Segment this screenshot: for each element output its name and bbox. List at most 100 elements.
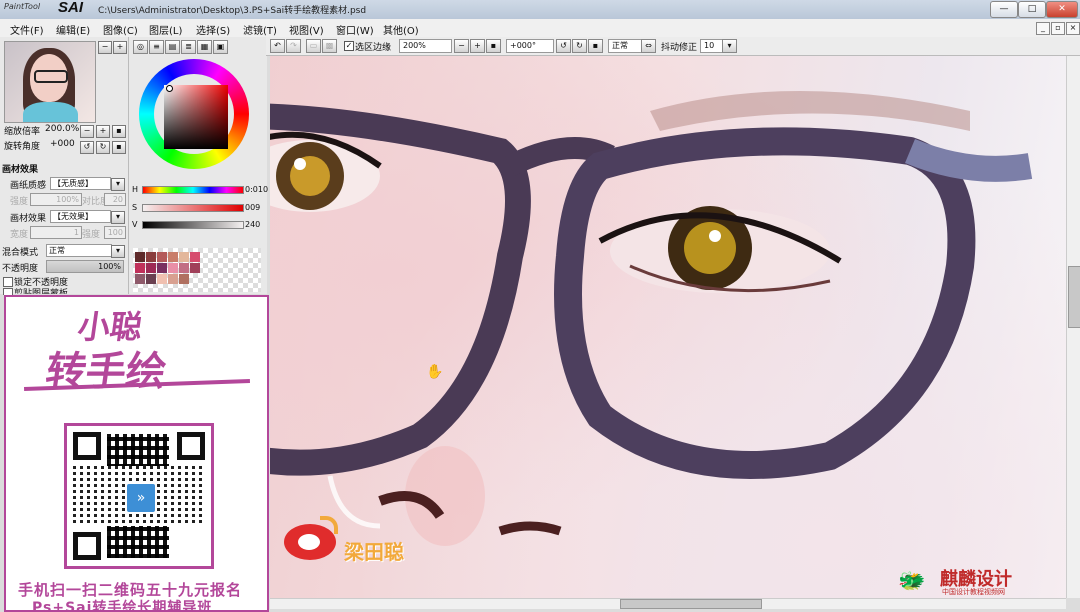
s-label: S: [132, 203, 138, 212]
promo-footer-line2: Ps+Sai转手绘长期辅导班: [32, 600, 213, 612]
deselect-icon[interactable]: ▭: [306, 39, 321, 53]
maximize-button[interactable]: □: [1018, 1, 1046, 18]
color-swatch[interactable]: [146, 274, 156, 284]
paper-texture-select[interactable]: 【无质感】: [50, 177, 111, 190]
menu-view[interactable]: 视图(V): [289, 22, 324, 37]
menu-filter[interactable]: 滤镜(T): [243, 22, 277, 37]
clip-mask-checkbox[interactable]: [3, 288, 13, 295]
saturation-value-square[interactable]: [164, 85, 228, 149]
hsv-slider-tab-icon[interactable]: ▤: [165, 40, 180, 54]
navigator-thumbnail[interactable]: [4, 41, 96, 123]
strength1-field: 100%: [30, 193, 82, 206]
color-picker-cursor-icon[interactable]: [166, 85, 173, 92]
color-swatch[interactable]: [179, 252, 189, 262]
zoom-reset-button[interactable]: ▪: [112, 125, 126, 138]
rgb-slider-tab-icon[interactable]: ≡: [149, 40, 164, 54]
rotate-cw-icon[interactable]: ↻: [572, 39, 587, 53]
vertical-scrollbar[interactable]: [1066, 56, 1080, 598]
redo-icon[interactable]: ↷: [286, 39, 301, 53]
color-swatch[interactable]: [190, 252, 200, 262]
window-titlebar: PaintTool SAI C:\Users\Administrator\Des…: [0, 0, 1080, 19]
rotation-select[interactable]: +000°: [506, 39, 554, 53]
color-swatch[interactable]: [168, 263, 178, 273]
vertical-scroll-thumb[interactable]: [1068, 266, 1080, 328]
flip-icon[interactable]: ⇔: [641, 39, 656, 53]
h-label: H: [132, 185, 139, 194]
swatch-grid[interactable]: [133, 248, 261, 292]
effect-label: 画材效果: [10, 214, 47, 224]
menu-select[interactable]: 选择(S): [196, 22, 230, 37]
stabilizer-dropdown-icon[interactable]: ▾: [722, 39, 737, 53]
scratchpad-tab-icon[interactable]: ▣: [213, 40, 228, 54]
zoom-fit-icon[interactable]: ▪: [486, 39, 501, 53]
zoom-plus-button[interactable]: +: [96, 125, 110, 138]
mixer-tab-icon[interactable]: ≣: [181, 40, 196, 54]
saturation-slider[interactable]: [142, 204, 244, 212]
color-swatch[interactable]: [179, 263, 189, 273]
color-wheel-tab-icon[interactable]: ◎: [133, 40, 148, 54]
contrast-field: 20: [104, 193, 126, 206]
color-swatch[interactable]: [168, 274, 178, 284]
blend-mode-dropdown-icon[interactable]: ▾: [111, 245, 125, 258]
nav-zoom-out-icon[interactable]: −: [98, 41, 112, 54]
close-button[interactable]: ✕: [1046, 1, 1078, 18]
color-swatch[interactable]: [190, 263, 200, 273]
horizontal-scrollbar[interactable]: [270, 598, 1066, 609]
rotate-reset-button[interactable]: ▪: [112, 141, 126, 154]
zoom-minus-button[interactable]: −: [80, 125, 94, 138]
color-swatch[interactable]: [146, 263, 156, 273]
invert-selection-icon[interactable]: ▩: [322, 39, 337, 53]
menu-edit[interactable]: 编辑(E): [56, 22, 90, 37]
v-label: V: [132, 220, 138, 229]
color-swatch[interactable]: [168, 252, 178, 262]
blend-mode-label: 混合模式: [2, 248, 39, 258]
nav-zoom-in-icon[interactable]: +: [113, 41, 127, 54]
value-slider[interactable]: [142, 221, 244, 229]
color-swatch[interactable]: [146, 252, 156, 262]
selection-edge-checkbox[interactable]: ✓: [344, 41, 354, 51]
rotate-ccw-icon[interactable]: ↺: [556, 39, 571, 53]
undo-icon[interactable]: ↶: [270, 39, 285, 53]
zoom-label: 缩放倍率: [4, 127, 41, 137]
color-swatch[interactable]: [157, 252, 167, 262]
rotate-right-button[interactable]: ↻: [96, 141, 110, 154]
mdi-restore-icon[interactable]: ▫: [1051, 22, 1065, 35]
hue-slider[interactable]: [142, 186, 244, 194]
menu-image[interactable]: 图像(C): [103, 22, 138, 37]
effect-dropdown-icon[interactable]: ▾: [111, 211, 125, 224]
color-swatch[interactable]: [179, 274, 189, 284]
zoom-value[interactable]: 200.0%: [45, 124, 79, 134]
zoom-select[interactable]: 200%: [399, 39, 452, 53]
color-swatch[interactable]: [135, 252, 145, 262]
swatch-tab-icon[interactable]: ▦: [197, 40, 212, 54]
promo-overlay: 小聪 转手绘 » 手机扫一扫二维码五十九元报名 Ps+Sai转手绘长期辅导班: [4, 295, 269, 612]
color-swatch[interactable]: [157, 263, 167, 273]
opacity-slider[interactable]: 100%: [46, 260, 124, 273]
drawing-canvas[interactable]: ✋ 梁田聪 🐲 麒麟设计 中国设计教程视频网: [270, 56, 1066, 598]
paper-texture-dropdown-icon[interactable]: ▾: [111, 178, 125, 191]
app-logo-small: PaintTool: [4, 2, 41, 11]
rotate-reset-icon[interactable]: ▪: [588, 39, 603, 53]
clip-mask-label: 剪贴图层蒙板: [14, 289, 69, 294]
menu-window[interactable]: 窗口(W): [336, 22, 374, 37]
mdi-minimize-icon[interactable]: _: [1036, 22, 1050, 35]
rotate-value[interactable]: +000: [50, 139, 75, 149]
zoom-in-icon[interactable]: +: [470, 39, 485, 53]
effect-select[interactable]: 【无效果】: [50, 210, 111, 223]
zoom-out-icon[interactable]: −: [454, 39, 469, 53]
color-swatch[interactable]: [135, 274, 145, 284]
menu-other[interactable]: 其他(O): [383, 22, 419, 37]
view-mode-select[interactable]: 正常: [608, 39, 642, 53]
mdi-close-icon[interactable]: ×: [1066, 22, 1080, 35]
brand-mascot-icon: 🐲: [898, 569, 926, 594]
lock-opacity-checkbox[interactable]: [3, 277, 13, 287]
menu-file[interactable]: 文件(F): [10, 22, 44, 37]
hue-wheel[interactable]: [139, 59, 249, 169]
color-swatch[interactable]: [135, 263, 145, 273]
color-swatch[interactable]: [157, 274, 167, 284]
blend-mode-select[interactable]: 正常: [46, 244, 112, 257]
menu-layer[interactable]: 图层(L): [149, 22, 182, 37]
rotate-left-button[interactable]: ↺: [80, 141, 94, 154]
minimize-button[interactable]: —: [990, 1, 1018, 18]
qr-center-logo-icon: »: [125, 482, 157, 514]
